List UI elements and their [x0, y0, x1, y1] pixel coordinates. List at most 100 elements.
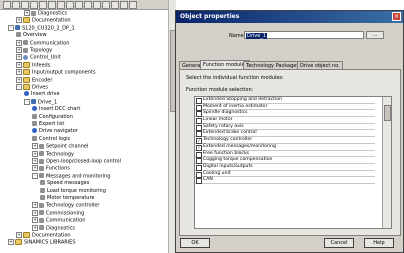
- tree-item[interactable]: Overview: [16, 32, 47, 39]
- tree-item[interactable]: - Drives: [16, 84, 48, 91]
- expand-icon[interactable]: +: [32, 224, 38, 231]
- ok-button[interactable]: OK: [180, 238, 210, 248]
- tree-item[interactable]: + Open-loop/closed-loop control: [32, 158, 121, 165]
- function-module-item[interactable]: ✓ Extended messages/monitoring: [195, 144, 375, 151]
- function-module-item[interactable]: Cooling unit: [195, 171, 375, 178]
- tree-item[interactable]: + Communication: [16, 39, 69, 47]
- expand-icon[interactable]: +: [24, 10, 30, 16]
- function-module-label: Free function blocks: [203, 150, 250, 156]
- cancel-button[interactable]: Cancel: [324, 238, 354, 248]
- tree-item[interactable]: Insert drive: [24, 91, 60, 98]
- checkbox[interactable]: [196, 178, 202, 185]
- tree-item[interactable]: + Input/output components: [16, 69, 96, 76]
- expand-icon[interactable]: +: [32, 158, 38, 164]
- tree-item[interactable]: - Messages and monitoring: [32, 172, 110, 180]
- function-module-label: Cogging torque compensation: [203, 157, 273, 163]
- expand-icon[interactable]: +: [16, 54, 22, 61]
- expand-icon[interactable]: +: [32, 209, 38, 216]
- tree-item[interactable]: Configuration: [32, 113, 73, 121]
- function-module-label: Extended Stopping and Retraction: [203, 97, 282, 102]
- tree-item[interactable]: + Topology: [16, 47, 52, 54]
- collapse-icon[interactable]: -: [32, 172, 38, 179]
- expand-icon[interactable]: +: [32, 165, 38, 172]
- expand-icon[interactable]: +: [16, 47, 22, 53]
- toolbar-tool-icon[interactable]: [39, 1, 47, 9]
- arrows-icon: [40, 195, 45, 200]
- toolbar-tool-icon[interactable]: [129, 1, 137, 9]
- tree-item[interactable]: Drive navigator: [32, 128, 78, 135]
- toolbar-tool-icon[interactable]: [84, 1, 92, 9]
- list-scrollbar[interactable]: [382, 97, 391, 228]
- tree-item[interactable]: + Communication: [32, 217, 85, 224]
- tree-item[interactable]: + Diagnostics: [32, 224, 76, 232]
- toolbar-tool-icon[interactable]: [30, 1, 38, 9]
- tree-item[interactable]: + Encoder: [16, 76, 52, 84]
- tree-item[interactable]: + Technology controller: [32, 202, 99, 209]
- expand-icon[interactable]: +: [16, 17, 22, 24]
- tree-item[interactable]: + Control_Unit: [16, 54, 61, 61]
- tree-item-label: Control logic: [39, 135, 71, 142]
- tree-item-label: Drive navigator: [39, 128, 78, 135]
- dialog-titlebar[interactable]: Object properties ×: [176, 11, 403, 23]
- toolbar-tool-icon[interactable]: [120, 1, 128, 9]
- tree-item[interactable]: + Setpoint channel: [32, 143, 88, 150]
- expand-icon[interactable]: +: [16, 39, 22, 46]
- tree-item[interactable]: + Diagnostics: [24, 10, 67, 17]
- tree-item[interactable]: Control logic: [32, 135, 71, 143]
- tree-item[interactable]: + SINAMICS LIBRARIES: [8, 239, 76, 246]
- tree-item[interactable]: + Technology: [32, 150, 74, 158]
- expand-icon[interactable]: +: [16, 61, 22, 68]
- function-module-item[interactable]: Digital inputs/outputs: [195, 164, 375, 171]
- drive-icon: [31, 99, 36, 105]
- function-module-item[interactable]: Linear motor: [195, 117, 375, 125]
- star-icon: [32, 128, 37, 134]
- tree-item[interactable]: + Documentation: [16, 232, 71, 239]
- function-module-label: Spindle diagnostics: [203, 110, 248, 116]
- folder-icon: [23, 232, 30, 238]
- tree-item-label: Documentation: [32, 17, 71, 24]
- name-field[interactable]: Drive_1: [244, 31, 364, 39]
- expand-icon[interactable]: +: [16, 69, 22, 76]
- expand-icon[interactable]: +: [32, 150, 38, 157]
- tree-item[interactable]: + Documentation: [16, 17, 71, 24]
- tree-item[interactable]: + Infeeds: [16, 61, 50, 69]
- toolbar-tool-icon[interactable]: [21, 1, 29, 9]
- tree-item[interactable]: Motor temperature: [40, 195, 94, 202]
- tree-item[interactable]: + Functions: [32, 165, 70, 172]
- toolbar-tool-icon[interactable]: [66, 1, 74, 9]
- help-button[interactable]: Help: [364, 238, 394, 248]
- tree-item[interactable]: Load torque monitoring: [40, 187, 106, 195]
- function-module-item[interactable]: CAN: [195, 177, 375, 185]
- toolbar-tool-icon[interactable]: [93, 1, 101, 9]
- toolbar-tool-icon[interactable]: [75, 1, 83, 9]
- function-module-item[interactable]: ✓ Technology controller: [195, 137, 375, 145]
- close-icon[interactable]: ×: [392, 12, 401, 21]
- arrows-icon: [40, 187, 45, 193]
- toolbar-tool-icon[interactable]: [111, 1, 119, 9]
- expand-icon[interactable]: +: [32, 143, 38, 150]
- collapse-icon[interactable]: -: [8, 24, 14, 31]
- toolbar-tool-icon[interactable]: [12, 1, 20, 9]
- tree-item[interactable]: Speed messages: [40, 180, 89, 187]
- browse-button[interactable]: ...: [366, 31, 384, 39]
- function-module-item[interactable]: Extended Stopping and Retraction: [195, 97, 375, 104]
- collapse-icon[interactable]: -: [16, 84, 22, 90]
- tree-item[interactable]: - Drive_1: [24, 98, 57, 106]
- function-module-item[interactable]: Cogging torque compensation: [195, 157, 375, 165]
- expand-icon[interactable]: +: [16, 76, 22, 83]
- collapse-icon[interactable]: -: [24, 98, 30, 105]
- toolbar-tool-icon[interactable]: [102, 1, 110, 9]
- expand-icon[interactable]: +: [8, 239, 14, 246]
- tree-item-label: Diagnostics: [46, 225, 76, 232]
- toolbar-tool-icon[interactable]: [48, 1, 56, 9]
- tree-item[interactable]: Expert list: [32, 121, 64, 128]
- tree-item[interactable]: Insert DCC chart: [32, 106, 80, 113]
- expand-icon[interactable]: +: [32, 217, 38, 224]
- tree-item[interactable]: - S120_CU320_2_DP_1: [8, 24, 75, 32]
- tree-item[interactable]: + Commissioning: [32, 209, 84, 217]
- expand-icon[interactable]: +: [32, 202, 38, 209]
- toolbar-tool-icon[interactable]: [3, 1, 11, 9]
- expand-icon[interactable]: +: [16, 232, 22, 238]
- toolbar-tool-icon[interactable]: [57, 1, 65, 9]
- scrollbar-thumb[interactable]: [384, 105, 391, 121]
